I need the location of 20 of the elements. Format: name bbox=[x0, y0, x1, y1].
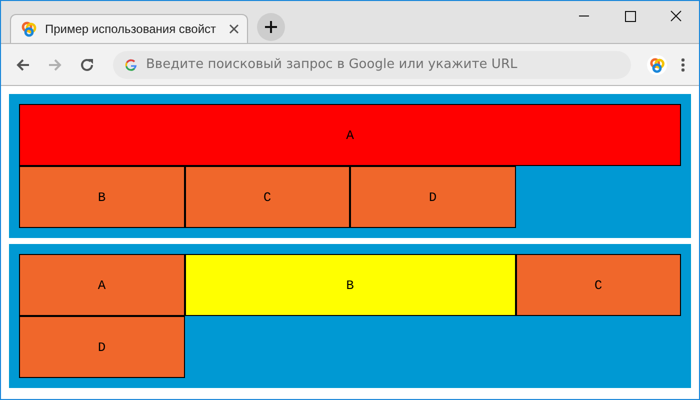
flex-item: D bbox=[350, 166, 516, 228]
flex-item: C bbox=[184, 166, 350, 228]
new-tab-button[interactable] bbox=[257, 13, 285, 41]
left-arrow-icon bbox=[15, 56, 31, 72]
tab-title: Пример использования свойст bbox=[45, 22, 218, 36]
browser-tab[interactable]: Пример использования свойст bbox=[10, 14, 248, 43]
right-arrow-icon bbox=[47, 56, 63, 72]
flex-item: B bbox=[19, 166, 184, 228]
plus-icon bbox=[264, 20, 278, 34]
address-field[interactable]: Введите поисковый запрос в Google или укажите URL bbox=[113, 50, 631, 78]
reload-icon bbox=[79, 56, 95, 72]
extension-icon[interactable] bbox=[647, 54, 667, 74]
flex-item: A bbox=[19, 254, 184, 316]
favicon-icon bbox=[21, 21, 37, 37]
flex-item: D bbox=[19, 316, 184, 378]
flex-item: C bbox=[516, 254, 681, 316]
close-icon[interactable] bbox=[229, 24, 239, 34]
flex-item: B bbox=[184, 254, 516, 316]
menu-icon[interactable] bbox=[681, 58, 685, 72]
flex-item: A bbox=[19, 104, 681, 166]
